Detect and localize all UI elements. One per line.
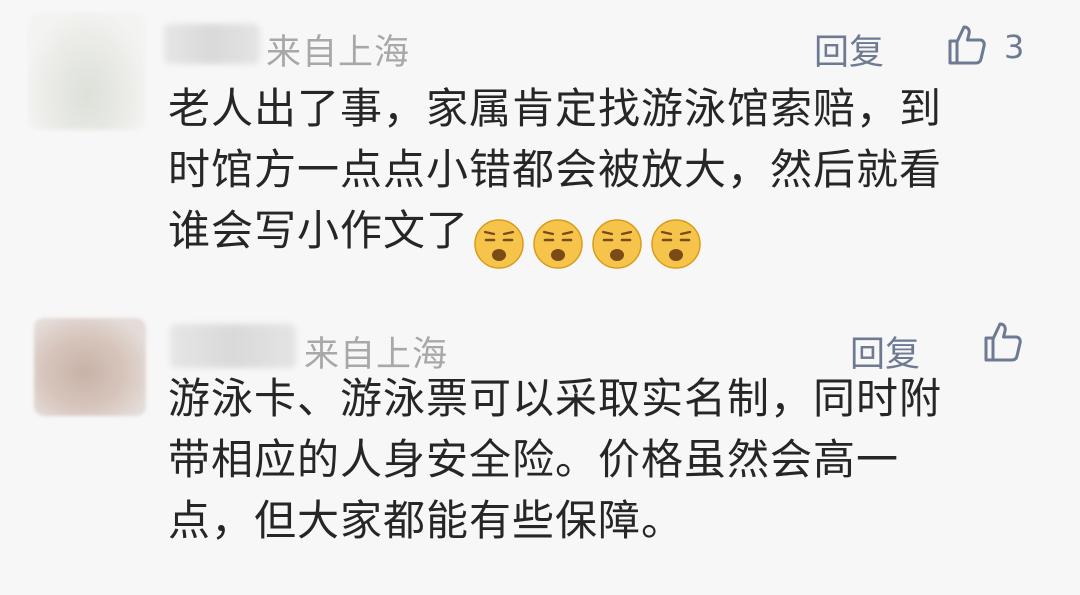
unamused-face-icon [651, 218, 701, 269]
comment-text: 老人出了事，家属肯定找游泳馆索赔，到 时馆方一点点小错都会被放大，然后就看 谁会… [168, 78, 1028, 271]
avatar[interactable] [34, 318, 146, 416]
location-label: 来自上海 [266, 33, 411, 73]
unamused-face-icon [592, 218, 642, 269]
comment-line: 点，但大家都能有些保障。 [168, 496, 685, 545]
comment-line: 带相应的人身安全险。价格虽然会高一 [168, 435, 900, 484]
comment-line-with-emojis: 谁会写小作文了 [168, 200, 1028, 271]
thumbs-up-icon[interactable] [944, 23, 988, 67]
comment-line: 时馆方一点点小错都会被放大，然后就看 [168, 145, 943, 194]
comment-line: 游泳卡、游泳票可以采取实名制，同时附 [168, 374, 943, 423]
comment-text: 游泳卡、游泳票可以采取实名制，同时附 带相应的人身安全险。价格虽然会高一 点，但… [168, 368, 1028, 551]
like-count: 3 [1004, 28, 1025, 66]
comment-item: 来自上海 回复 3 老人出了事，家属肯定找游泳馆索赔，到 时馆方一点点小错都会被… [0, 0, 1080, 300]
unamused-face-icon [474, 218, 524, 269]
emoji-group [473, 210, 709, 271]
comment-line: 老人出了事，家属肯定找游泳馆索赔，到 [168, 84, 943, 133]
nickname-blurred[interactable] [170, 324, 296, 368]
thumbs-up-icon[interactable] [980, 320, 1024, 364]
reply-button[interactable]: 回复 [814, 24, 884, 75]
comment-line: 谁会写小作文了 [168, 206, 470, 255]
unamused-face-icon [533, 218, 583, 269]
avatar[interactable] [28, 12, 146, 130]
nickname-blurred[interactable] [164, 24, 260, 64]
comment-item: 来自上海 回复 游泳卡、游泳票可以采取实名制，同时附 带相应的人身安全险。价格虽… [0, 300, 1080, 595]
